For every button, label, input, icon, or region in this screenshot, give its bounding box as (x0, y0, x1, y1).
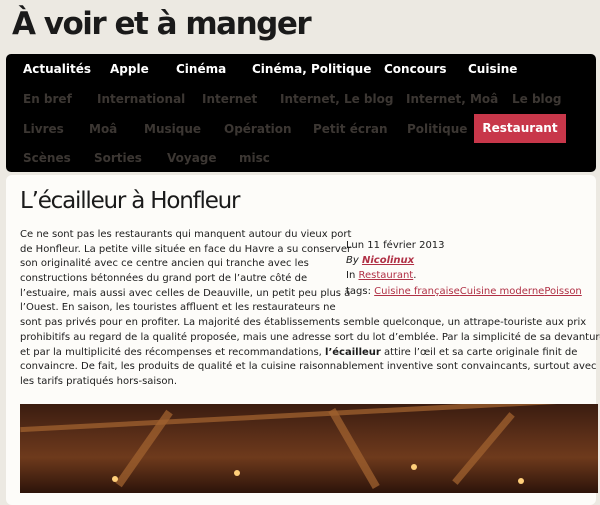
nav-item-internet-le-blog[interactable]: Internet, Le blog (280, 92, 393, 106)
nav-item-international[interactable]: International (97, 92, 185, 106)
category-link[interactable]: Restaurant (358, 270, 413, 281)
tag-link[interactable]: Poisson (544, 286, 581, 297)
category-suffix: . (413, 270, 417, 281)
post-tags-line: tags: Cuisine françaiseCuisine modernePo… (346, 285, 582, 299)
nav-item-actualites[interactable]: Actualités (23, 62, 91, 76)
tags-label: tags: (346, 286, 375, 297)
article-line-text: et par la multiplicité des récompenses e… (20, 347, 326, 358)
nav-item-petit-ecran[interactable]: Petit écran (313, 122, 388, 136)
nav-item-voyage[interactable]: Voyage (167, 151, 217, 165)
nav-item-cinema-politique[interactable]: Cinéma, Politique (252, 62, 371, 76)
photo-lamp (112, 476, 118, 482)
restaurant-photo (20, 404, 598, 493)
nav-item-moa[interactable]: Moâ (89, 122, 117, 136)
nav-item-apple[interactable]: Apple (110, 62, 149, 76)
tag-link[interactable]: Cuisine française (374, 286, 460, 297)
article-line: de Honfleur. La petite ville située en f… (20, 244, 352, 255)
nav-item-operation[interactable]: Opération (224, 122, 292, 136)
nav-item-politique[interactable]: Politique (407, 122, 467, 136)
post-date: Lun 11 février 2013 (346, 240, 445, 251)
article-line: l’estuaire, mais aussi avec celles de De… (20, 288, 351, 299)
photo-lamp (234, 470, 240, 476)
nav-item-musique[interactable]: Musique (144, 122, 201, 136)
article-line: l’Ouest. En saison, les touristes afflue… (20, 302, 336, 313)
nav-item-internet-moa[interactable]: Internet, Moâ (406, 92, 498, 106)
article-line: sont pas privés pour en profiter. La maj… (20, 317, 587, 328)
site-title[interactable]: À voir et à manger (12, 6, 312, 42)
nav-item-concours[interactable]: Concours (384, 62, 447, 76)
article-line: prohibitifs au regard de la qualité prop… (20, 332, 600, 343)
article-line: les tarifs pratiqués hors-saison. (20, 376, 178, 387)
photo-lamp (411, 464, 417, 470)
nav-item-restaurant-active[interactable]: Restaurant (474, 114, 566, 143)
author-link[interactable]: Nicolinux (362, 255, 414, 266)
article-line: et par la multiplicité des récompenses e… (20, 346, 577, 361)
nav-item-sorties[interactable]: Sorties (94, 151, 142, 165)
article-line: constructions bétonnées du grand port de… (20, 273, 308, 284)
post-title[interactable]: L’écailleur à Honfleur (20, 188, 241, 214)
nav-item-en-bref[interactable]: En bref (23, 92, 72, 106)
nav-item-cinema[interactable]: Cinéma (176, 62, 226, 76)
article-line-text: attire l’œil et sa carte originale finit… (380, 347, 578, 358)
tag-link[interactable]: Cuisine moderne (460, 286, 545, 297)
photo-lamp (518, 478, 524, 484)
nav-item-cuisine[interactable]: Cuisine (468, 62, 517, 76)
restaurant-name: l’écailleur (325, 347, 381, 358)
post-author-line: By Nicolinux (346, 254, 414, 268)
photo-beam (328, 407, 380, 490)
photo-beam (452, 412, 515, 485)
nav-item-livres[interactable]: Livres (23, 122, 64, 136)
article-line: Ce ne sont pas les restaurants qui manqu… (20, 229, 352, 240)
nav-item-le-blog[interactable]: Le blog (512, 92, 562, 106)
post-category-line: In Restaurant. (346, 269, 416, 283)
article-line: convaincre. De fait, les produits de qua… (20, 361, 597, 372)
nav-item-misc[interactable]: misc (239, 151, 270, 165)
in-label: In (346, 270, 359, 281)
nav-item-scenes[interactable]: Scènes (23, 151, 71, 165)
article-line: son originalité avec ce centre ancien qu… (20, 258, 309, 269)
by-label: By (346, 255, 362, 266)
nav-item-internet[interactable]: Internet (202, 92, 257, 106)
